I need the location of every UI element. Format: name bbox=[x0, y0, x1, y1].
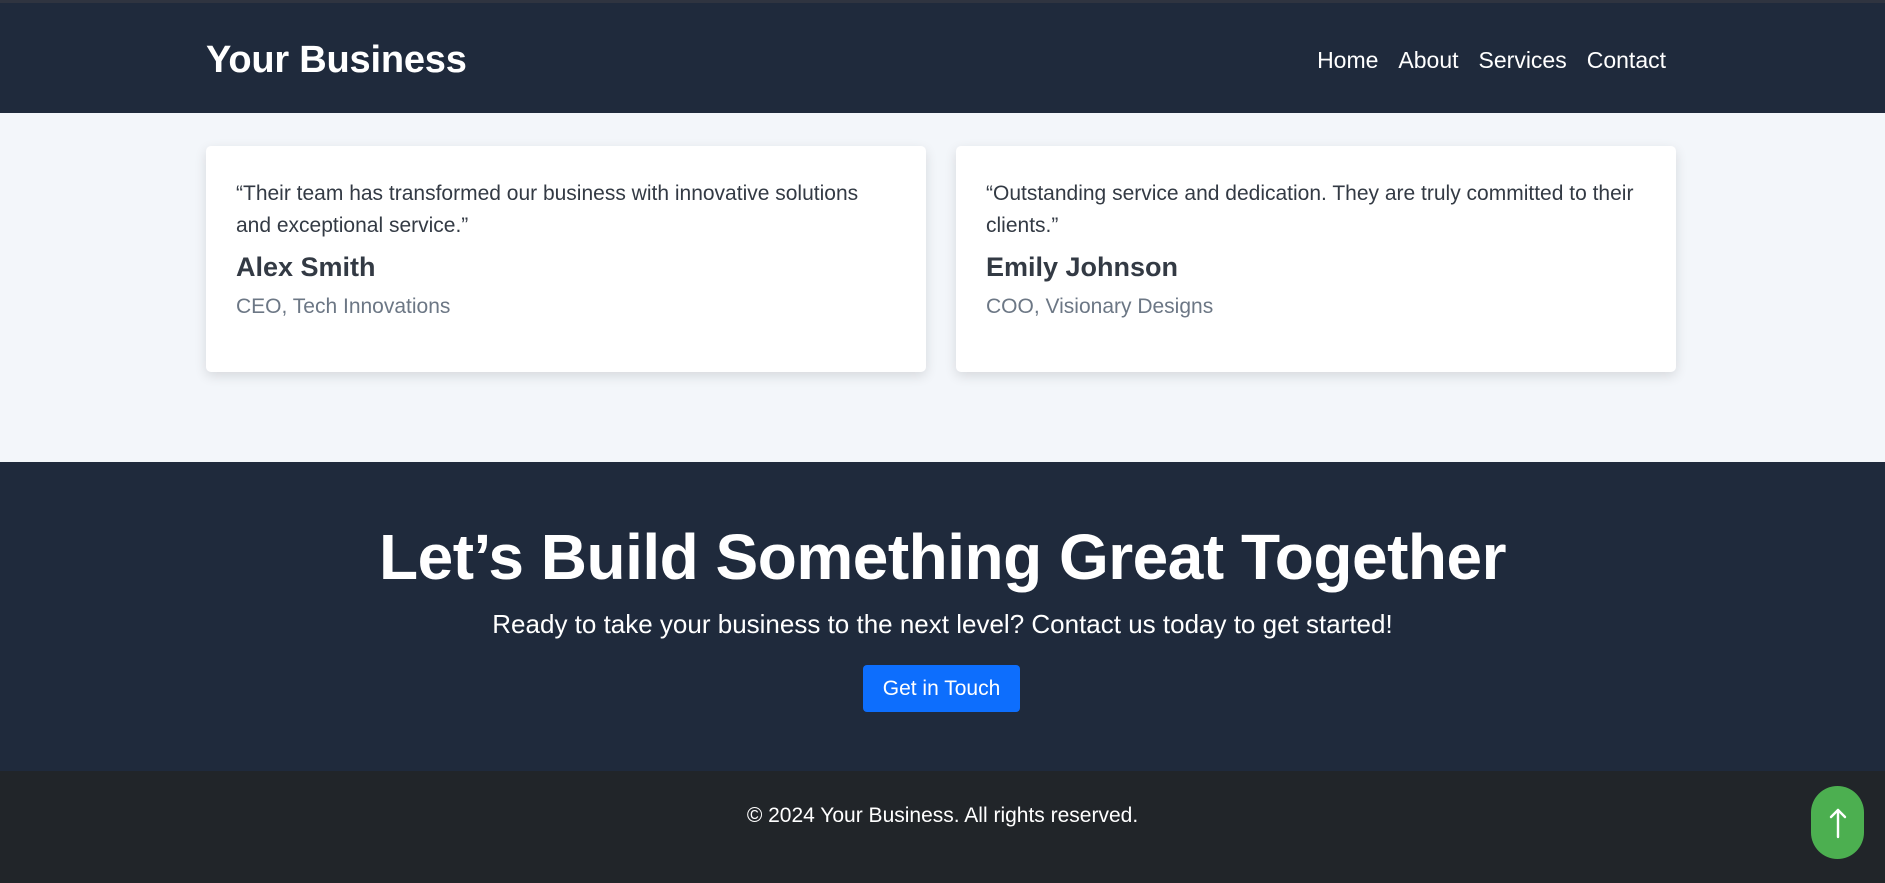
testimonial-role: COO, Visionary Designs bbox=[986, 295, 1214, 318]
cta-subtitle: Ready to take your business to the next … bbox=[492, 609, 1393, 639]
testimonials-section: “Their team has transformed our business… bbox=[0, 113, 1885, 462]
nav-link-home[interactable]: Home bbox=[1317, 47, 1378, 74]
nav-link-contact[interactable]: Contact bbox=[1587, 47, 1666, 74]
arrow-up-icon bbox=[1829, 808, 1846, 838]
get-in-touch-button[interactable]: Get in Touch bbox=[863, 665, 1020, 712]
testimonial-quote: “Outstanding service and dedication. The… bbox=[986, 182, 1634, 237]
nav-link-services[interactable]: Services bbox=[1479, 47, 1567, 74]
nav-link-about[interactable]: About bbox=[1398, 47, 1458, 74]
brand-logo[interactable]: Your Business bbox=[206, 39, 467, 82]
testimonial-name: Alex Smith bbox=[236, 252, 376, 282]
testimonial-quote: “Their team has transformed our business… bbox=[236, 182, 859, 237]
testimonial-card: “Their team has transformed our business… bbox=[206, 146, 926, 372]
cta-section: Let’s Build Something Great Together Rea… bbox=[0, 462, 1885, 771]
nav-links: Home About Services Contact bbox=[1317, 47, 1666, 74]
cta-title: Let’s Build Something Great Together bbox=[379, 521, 1506, 593]
footer: © 2024 Your Business. All rights reserve… bbox=[0, 771, 1885, 883]
testimonial-card: “Outstanding service and dedication. The… bbox=[956, 146, 1676, 372]
testimonial-role: CEO, Tech Innovations bbox=[236, 295, 451, 318]
testimonial-name: Emily Johnson bbox=[986, 252, 1179, 282]
footer-copyright: © 2024 Your Business. All rights reserve… bbox=[746, 804, 1139, 827]
navbar: Your Business Home About Services Contac… bbox=[0, 0, 1885, 113]
scroll-to-top-button[interactable] bbox=[1811, 786, 1864, 859]
